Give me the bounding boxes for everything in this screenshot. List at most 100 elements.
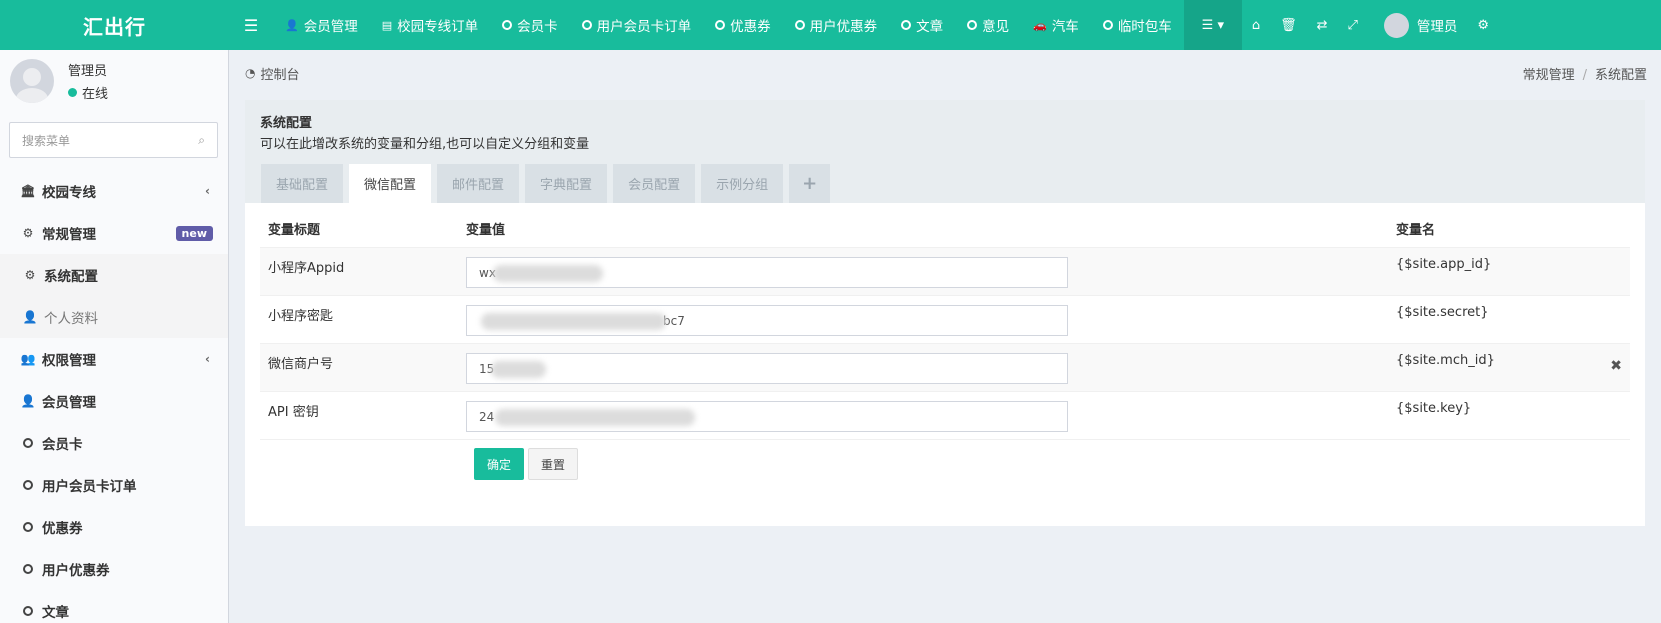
panel-header: 系统配置 可以在此增改系统的变量和分组,也可以自定义分组和变量 基础配置 微信配… xyxy=(245,100,1645,203)
breadcrumb-home-label: 控制台 xyxy=(260,67,300,83)
language-icon[interactable]: ⇄ xyxy=(1307,0,1338,50)
sidebar-menu: 🏛 校园专线 ‹ ⚙ 常规管理 new ⚙ 系统配置 👤 个人资料 👥 权限管理 ‹ 👤 会员管理… xyxy=(0,170,228,623)
sidebar-item-label: 校园专线 xyxy=(42,185,96,201)
topnav-label: 文章 xyxy=(916,19,944,35)
user-name: 管理员 xyxy=(1416,19,1458,35)
tab-member[interactable]: 会员配置 xyxy=(613,164,696,203)
online-dot-icon xyxy=(68,88,77,97)
search-icon[interactable]: ⌕ xyxy=(198,133,205,148)
topnav-item-card-orders[interactable]: 用户会员卡订单 xyxy=(570,0,704,50)
circle-icon xyxy=(20,564,36,574)
sidebar-item-auth[interactable]: 👥 权限管理 ‹ xyxy=(0,338,228,380)
topnav-item-coupon[interactable]: 优惠券 xyxy=(703,0,783,50)
sidebar-item-system-config[interactable]: ⚙ 系统配置 xyxy=(0,254,228,296)
sidebar-item-label: 优惠券 xyxy=(42,521,83,537)
tab-example[interactable]: 示例分组 xyxy=(701,164,784,203)
top-right-tools: ☰ ▾ ⌂ 🗑 ⇄ ⤢ 管理员 ⚙ xyxy=(1183,0,1499,50)
user-status: 在线 xyxy=(68,83,108,102)
trash-icon[interactable]: 🗑 xyxy=(1270,0,1307,50)
breadcrumb-home[interactable]: ◔ 控制台 xyxy=(245,64,300,83)
reset-button[interactable]: 重置 xyxy=(528,448,578,480)
tab-dictionary[interactable]: 字典配置 xyxy=(525,164,608,203)
sidebar-item-member-card[interactable]: 会员卡 xyxy=(0,422,228,464)
secret-input[interactable]: bc7 xyxy=(466,305,1068,336)
search-input[interactable]: 搜索菜单 ⌕ xyxy=(9,122,218,158)
topnav-item-feedback[interactable]: 意见 xyxy=(955,0,1021,50)
redaction xyxy=(491,361,546,378)
row-var-name: {$site.mch_id} xyxy=(1396,353,1495,368)
avatar xyxy=(1383,12,1409,38)
fullscreen-icon[interactable]: ⤢ xyxy=(1338,0,1368,50)
confirm-button[interactable]: 确定 xyxy=(474,448,524,480)
breadcrumb-separator: / xyxy=(1582,67,1587,83)
user-icon: 👤 xyxy=(20,394,36,408)
row-title: 小程序密匙 xyxy=(268,309,334,324)
row-title: 小程序Appid xyxy=(268,261,345,276)
tab-wechat[interactable]: 微信配置 xyxy=(349,164,432,203)
sidebar-item-member[interactable]: 👤 会员管理 xyxy=(0,380,228,422)
close-icon[interactable]: ✖ xyxy=(1610,358,1622,374)
sidebar-item-label: 用户优惠券 xyxy=(42,563,110,579)
table-row: API 密钥 24 {$site.key} xyxy=(260,392,1630,440)
tab-email[interactable]: 邮件配置 xyxy=(437,164,520,203)
sidebar-item-label: 文章 xyxy=(42,605,69,621)
more-menu-icon[interactable]: ☰ ▾ xyxy=(1183,0,1242,50)
topnav-item-charter[interactable]: 临时包车 xyxy=(1091,0,1184,50)
sidebar-item-article[interactable]: 文章 xyxy=(0,590,228,623)
topnav-label: 汽车 xyxy=(1051,19,1079,35)
topnav-label: 校园专线订单 xyxy=(397,19,479,35)
topnav-item-user-coupon[interactable]: 用户优惠券 xyxy=(783,0,890,50)
logo[interactable]: 汇出行 xyxy=(0,0,229,50)
top-navbar: 汇出行 ☰ 👤 会员管理 ▤ 校园专线订单 会员卡 用户会员卡订单 优惠券 用户优惠… xyxy=(0,0,1661,50)
top-nav: 👤 会员管理 ▤ 校园专线订单 会员卡 用户会员卡订单 优惠券 用户优惠券 文章 意… xyxy=(273,0,1184,50)
settings-icon[interactable]: ⚙ xyxy=(1467,0,1499,50)
row-var-name: {$site.app_id} xyxy=(1396,257,1492,272)
mch-id-input[interactable]: 15 xyxy=(466,353,1068,384)
table-row: 小程序密匙 bc7 {$site.secret} xyxy=(260,296,1630,344)
appid-input[interactable]: wx xyxy=(466,257,1068,288)
header-name: 变量名 xyxy=(1396,223,1436,238)
user-menu[interactable]: 管理员 xyxy=(1368,0,1468,50)
api-key-input[interactable]: 24 xyxy=(466,401,1068,432)
home-icon[interactable]: ⌂ xyxy=(1242,0,1270,50)
sidebar-item-label: 系统配置 xyxy=(44,269,98,285)
topnav-item-member-card[interactable]: 会员卡 xyxy=(490,0,570,50)
bank-icon: 🏛 xyxy=(20,184,36,198)
redaction xyxy=(481,313,666,330)
sidebar-item-label: 常规管理 xyxy=(42,227,96,243)
topnav-item-car[interactable]: 🚗 汽车 xyxy=(1021,0,1091,50)
topnav-label: 意见 xyxy=(982,19,1010,35)
sidebar-item-coupon[interactable]: 优惠券 xyxy=(0,506,228,548)
circle-icon xyxy=(901,20,912,30)
panel-description: 可以在此增改系统的变量和分组,也可以自定义分组和变量 xyxy=(260,137,590,152)
sidebar-item-campus[interactable]: 🏛 校园专线 ‹ xyxy=(0,170,228,212)
topnav-label: 用户优惠券 xyxy=(809,19,878,35)
topnav-label: 优惠券 xyxy=(730,19,771,35)
avatar xyxy=(10,59,54,103)
sidebar-item-user-coupon[interactable]: 用户优惠券 xyxy=(0,548,228,590)
circle-icon xyxy=(1102,20,1113,30)
topnav-item-article[interactable]: 文章 xyxy=(889,0,955,50)
topnav-label: 会员卡 xyxy=(517,19,558,35)
breadcrumb-path: 常规管理 / 系统配置 xyxy=(1523,64,1647,83)
circle-icon xyxy=(581,20,592,30)
menu-toggle-icon[interactable]: ☰ xyxy=(229,0,273,50)
chevron-left-icon: ‹ xyxy=(205,352,210,366)
tab-basic[interactable]: 基础配置 xyxy=(261,164,344,203)
input-value: bc7 xyxy=(663,313,685,328)
sidebar-item-profile[interactable]: 👤 个人资料 xyxy=(0,296,228,338)
sidebar-item-general[interactable]: ⚙ 常规管理 new xyxy=(0,212,228,254)
topnav-item-member[interactable]: 👤 会员管理 xyxy=(273,0,370,50)
breadcrumb-item[interactable]: 常规管理 xyxy=(1523,68,1575,83)
add-tab-icon[interactable]: + xyxy=(789,164,831,203)
circle-icon xyxy=(20,606,36,616)
topnav-label: 用户会员卡订单 xyxy=(596,19,692,35)
group-icon: 👥 xyxy=(20,352,36,366)
chevron-left-icon: ‹ xyxy=(205,184,210,198)
sidebar-item-label: 会员卡 xyxy=(42,437,83,453)
list-icon: ▤ xyxy=(381,18,393,32)
circle-icon xyxy=(967,20,978,30)
topnav-item-campus-orders[interactable]: ▤ 校园专线订单 xyxy=(370,0,490,50)
sidebar-submenu: ⚙ 系统配置 👤 个人资料 xyxy=(0,254,228,338)
sidebar-item-card-orders[interactable]: 用户会员卡订单 xyxy=(0,464,228,506)
